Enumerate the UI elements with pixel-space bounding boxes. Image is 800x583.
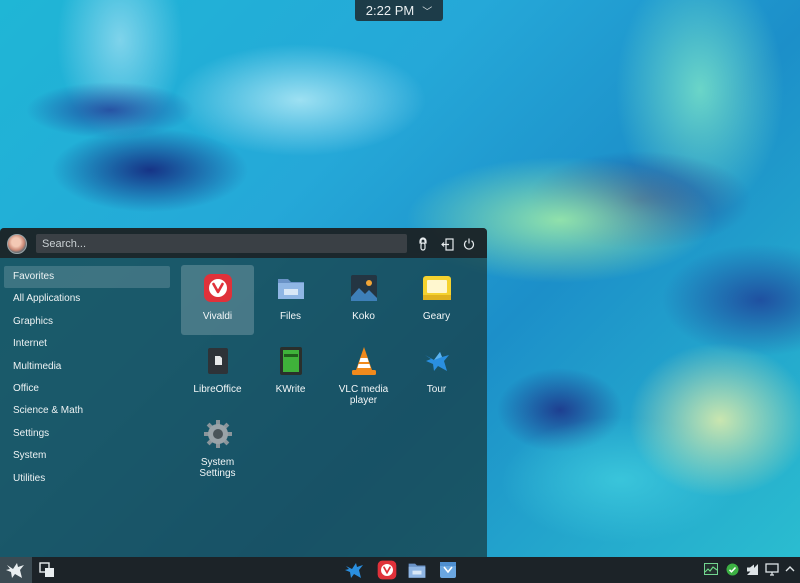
app-vlc[interactable]: VLC media player <box>327 338 400 408</box>
app-libreoffice[interactable]: LibreOffice <box>181 338 254 408</box>
menu-header <box>0 228 487 258</box>
category-science-math[interactable]: Science & Math <box>4 400 170 422</box>
virtual-desktops-icon[interactable] <box>36 560 57 580</box>
app-kwrite[interactable]: KWrite <box>254 338 327 408</box>
files-folder-icon[interactable] <box>406 560 427 580</box>
clock-time: 2:22 PM <box>365 3 415 18</box>
geary-mail-icon <box>422 273 452 303</box>
store-bag-icon[interactable] <box>437 560 458 580</box>
app-vivaldi[interactable]: Vivaldi <box>181 265 254 335</box>
search-input[interactable] <box>36 234 407 253</box>
category-list: Favorites All Applications Graphics Inte… <box>4 266 170 490</box>
app-label: Tour <box>426 384 447 395</box>
category-internet[interactable]: Internet <box>4 333 170 355</box>
libreoffice-icon <box>203 346 233 376</box>
files-folder-icon <box>276 273 306 303</box>
category-graphics[interactable]: Graphics <box>4 311 170 333</box>
application-menu: Favorites All Applications Graphics Inte… <box>0 228 487 557</box>
tour-bird-icon <box>422 346 452 376</box>
app-label: System Settings <box>199 457 236 479</box>
app-files[interactable]: Files <box>254 265 327 335</box>
category-multimedia[interactable]: Multimedia <box>4 356 170 378</box>
app-koko[interactable]: Koko <box>327 265 400 335</box>
lock-icon[interactable] <box>415 236 431 252</box>
system-settings-gear-icon <box>203 419 233 449</box>
koko-image-viewer-icon <box>349 273 379 303</box>
update-check-icon[interactable] <box>725 562 739 576</box>
logout-icon[interactable] <box>439 236 455 252</box>
vivaldi-icon <box>203 273 233 303</box>
volume-icon[interactable] <box>745 562 759 576</box>
chevron-down-icon: ﹀ <box>422 7 433 18</box>
system-monitor-icon[interactable] <box>704 562 718 576</box>
display-icon[interactable] <box>765 562 779 576</box>
kwrite-notepad-icon <box>276 346 306 376</box>
app-label: Files <box>279 311 302 322</box>
app-system-settings[interactable]: System Settings <box>181 411 254 481</box>
app-label: LibreOffice <box>193 384 242 395</box>
start-menu-button[interactable] <box>0 557 32 583</box>
app-label: Vivaldi <box>202 311 233 322</box>
app-label: VLC media player <box>338 384 389 406</box>
clock-applet[interactable]: 2:22 PM ﹀ <box>355 0 443 21</box>
user-avatar[interactable] <box>7 234 27 254</box>
category-all-applications[interactable]: All Applications <box>4 288 170 310</box>
app-label: Geary <box>422 311 451 322</box>
app-label: Koko <box>352 311 375 322</box>
category-system[interactable]: System <box>4 445 170 467</box>
chevron-up-icon[interactable] <box>783 562 797 576</box>
category-favorites[interactable]: Favorites <box>4 266 170 289</box>
vlc-cone-icon <box>349 346 379 376</box>
category-settings[interactable]: Settings <box>4 423 170 445</box>
app-tour[interactable]: Tour <box>400 338 473 408</box>
category-utilities[interactable]: Utilities <box>4 468 170 490</box>
bird-launcher-icon <box>6 563 24 578</box>
category-office[interactable]: Office <box>4 378 170 400</box>
power-icon[interactable] <box>461 236 477 252</box>
app-label: KWrite <box>275 384 306 395</box>
taskbar <box>0 557 800 583</box>
app-geary[interactable]: Geary <box>400 265 473 335</box>
vivaldi-icon[interactable] <box>376 560 397 580</box>
bird-icon[interactable] <box>344 560 365 580</box>
